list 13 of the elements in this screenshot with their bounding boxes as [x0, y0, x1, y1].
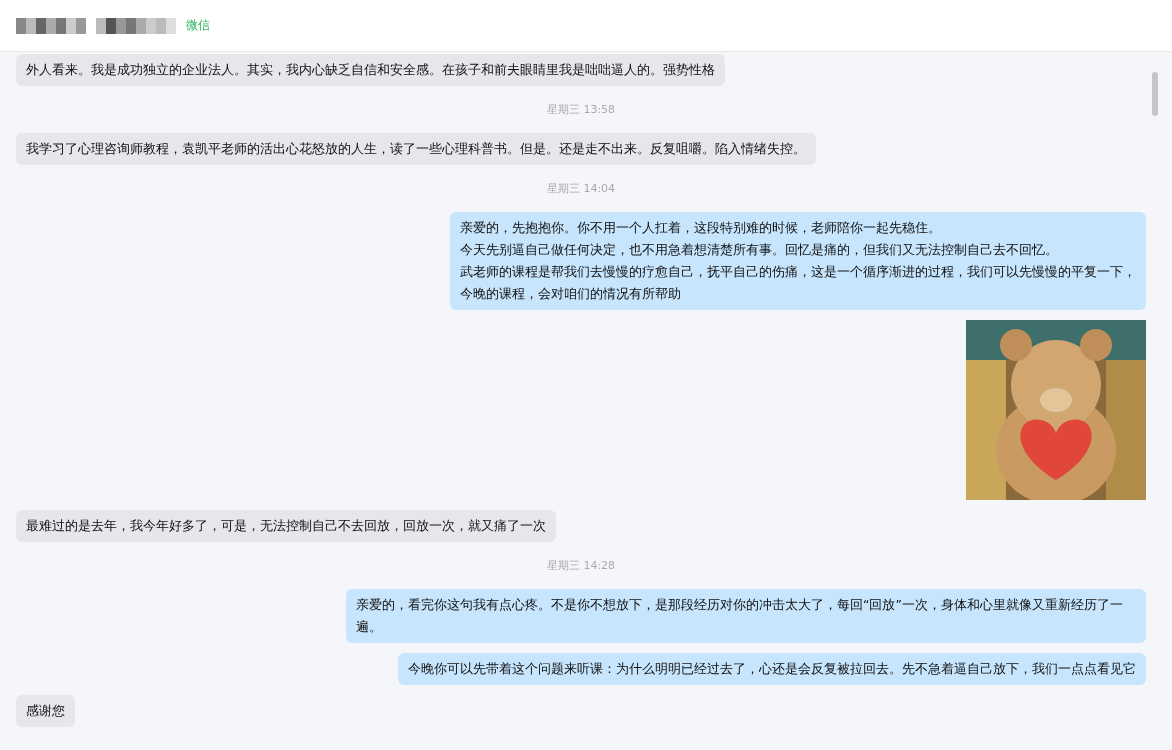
message-text: 最难过的是去年，我今年好多了，可是，无法控制自己不去回放，回放一次，就又痛了一次 [26, 517, 546, 535]
message-text: 外人看来。我是成功独立的企业法人。其实，我内心缺乏自信和安全感。在孩子和前夫眼睛里我是咄咄逼人的。强势性格 [26, 61, 715, 79]
wechat-tag: 微信 [186, 17, 210, 34]
message-text: 亲爱的，看完你这句我有点心疼。不是你不想放下，是那段经历对你的冲击太大了，每回“回放”一次，身体和心里就像又重新经历了一遍。 [356, 596, 1124, 636]
message-text: 今晚你可以先带着这个问题来听课：为什么明明已经过去了，心还是会反复被拉回去。先不急着逼自己放下，我们一点点看见它 [408, 660, 1136, 678]
message-text: 感谢您 [26, 702, 65, 720]
message-text: 今晚的课程，会对咱们的情况有所帮助 [460, 285, 682, 303]
scrollbar[interactable] [1152, 72, 1158, 116]
message-text: 今天先别逼自己做任何决定，也不用急着想清楚所有事。回忆是痛的，但我们又无法控制自己去不回忆。 [460, 241, 1059, 259]
blurred-name [16, 17, 86, 34]
message-text: 我学习了心理咨询师教程，袁凯平老师的活出心花怒放的人生，读了一些心理科普书。但是。还是走不出来。反复咀嚼。陷入情绪失控。 [26, 140, 806, 158]
message-text: 亲爱的，先抱抱你。你不用一个人扛着，这段特别难的时候，老师陪你一起先稳住。 [460, 219, 942, 237]
message-text: 武老师的课程是帮我们去慢慢的疗愈自己，抚平自己的伤痛，这是一个循序渐进的过程，我们可以先慢慢的平复一下， [460, 263, 1136, 281]
